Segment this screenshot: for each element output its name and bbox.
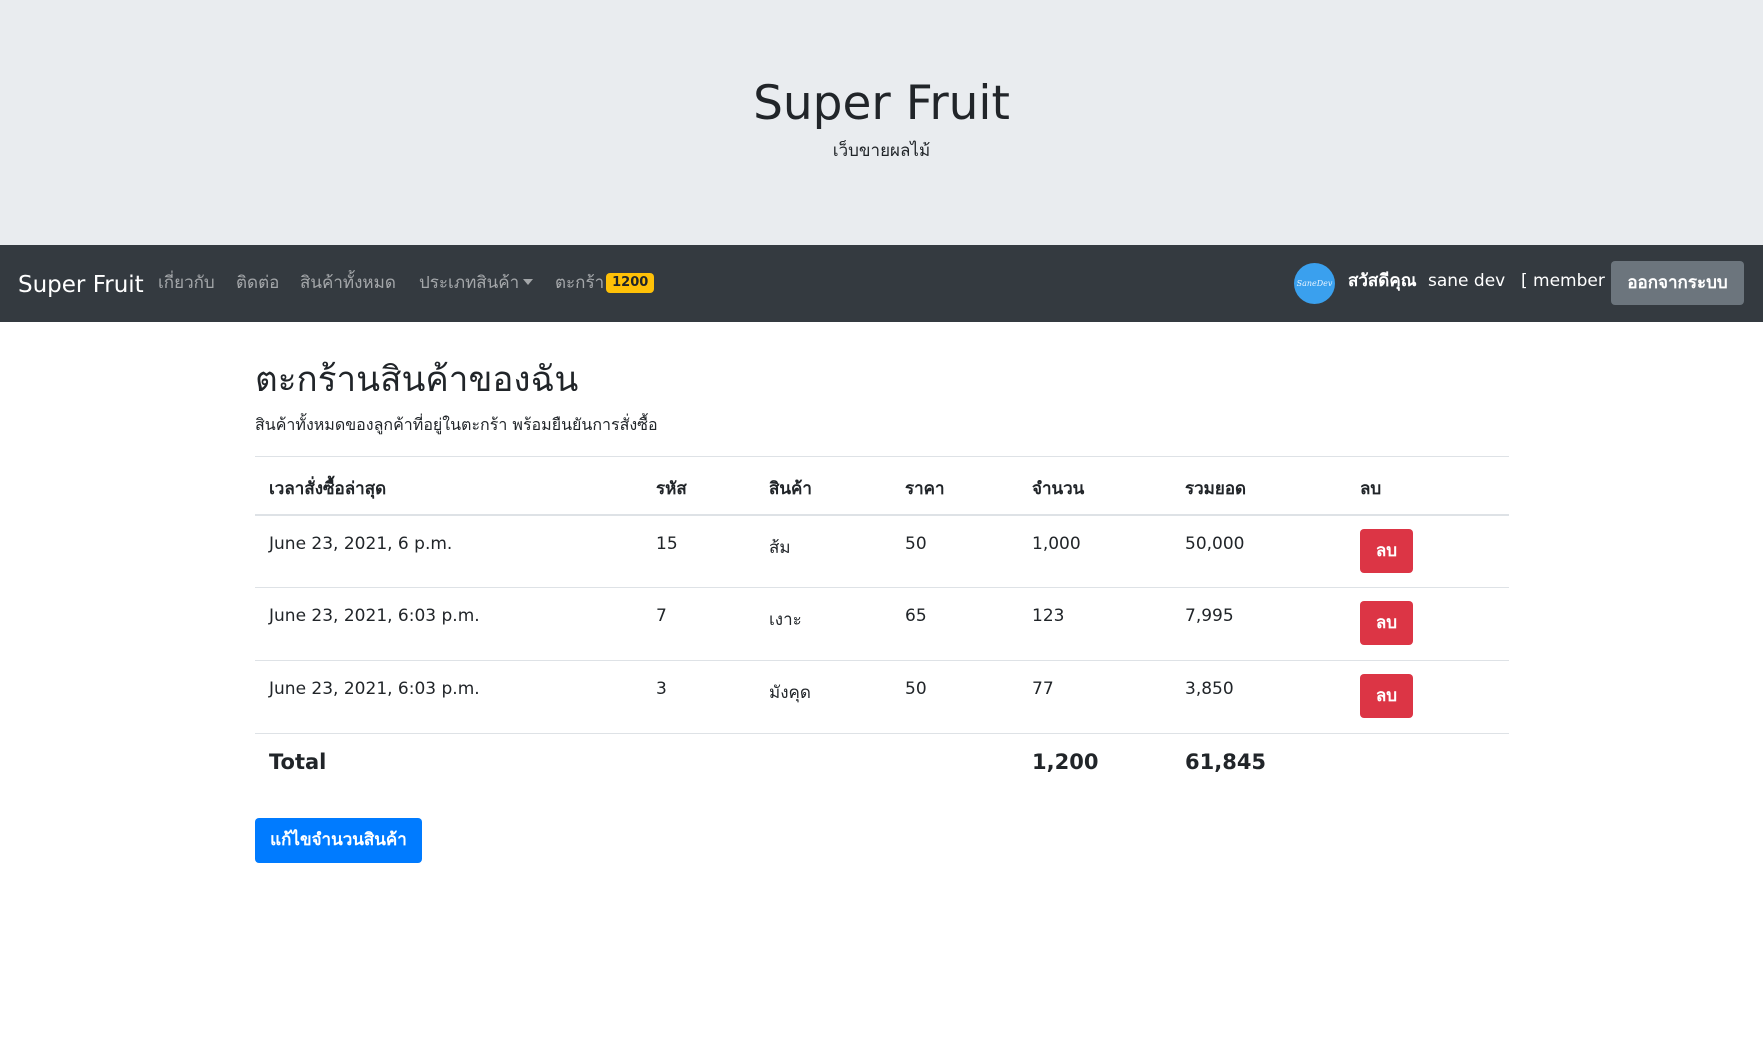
cell-quantity: 1,000 bbox=[1018, 514, 1171, 588]
cell-delete: ลบ bbox=[1346, 660, 1509, 734]
col-header-code: รหัส bbox=[642, 456, 755, 516]
cell-quantity: 123 bbox=[1018, 587, 1171, 661]
cell-quantity: 77 bbox=[1018, 660, 1171, 734]
logout-button[interactable]: ออกจากระบบ bbox=[1611, 261, 1744, 305]
jumbotron: Super Fruit เว็บขายผลไม้ bbox=[0, 0, 1763, 245]
table-total-row: Total 1,200 61,845 bbox=[255, 733, 1509, 794]
cell-product: เงาะ bbox=[755, 587, 891, 661]
delete-button[interactable]: ลบ bbox=[1360, 674, 1413, 718]
table-header-row: เวลาสั่งซื้อล่าสุด รหัส สินค้า ราคา จำนว… bbox=[255, 456, 1509, 516]
table-row: June 23, 2021, 6:03 p.m. 7 เงาะ 65 123 7… bbox=[255, 587, 1509, 661]
col-header-product: สินค้า bbox=[755, 456, 891, 516]
table-row: June 23, 2021, 6 p.m. 15 ส้ม 50 1,000 50… bbox=[255, 514, 1509, 588]
cell-total: 7,995 bbox=[1171, 587, 1346, 661]
total-quantity: 1,200 bbox=[1018, 733, 1171, 794]
site-title: Super Fruit bbox=[753, 76, 1010, 131]
cell-code: 7 bbox=[642, 587, 755, 661]
cell-total: 3,850 bbox=[1171, 660, 1346, 734]
col-header-quantity: จำนวน bbox=[1018, 456, 1171, 516]
page-description: สินค้าทั้งหมดของลูกค้าที่อยู่ในตะกร้า พร… bbox=[255, 415, 658, 434]
nav-cart-label: ตะกร้า bbox=[555, 273, 605, 293]
cell-time: June 23, 2021, 6 p.m. bbox=[255, 514, 642, 588]
site-subtitle: เว็บขายผลไม้ bbox=[832, 141, 931, 161]
col-header-price: ราคา bbox=[891, 456, 1018, 516]
total-label: Total bbox=[255, 733, 642, 794]
navbar-brand[interactable]: Super Fruit bbox=[18, 271, 144, 299]
page-title: ตะกร้านสินค้าของฉัน bbox=[255, 360, 579, 400]
cell-code: 15 bbox=[642, 514, 755, 588]
col-header-total: รวมยอด bbox=[1171, 456, 1346, 516]
col-header-delete: ลบ bbox=[1346, 456, 1509, 516]
total-amount: 61,845 bbox=[1171, 733, 1346, 794]
avatar: SaneDev bbox=[1294, 263, 1335, 304]
cart-count-badge: 1200 bbox=[606, 273, 655, 293]
nav-link-cart[interactable]: ตะกร้า 1200 bbox=[555, 272, 655, 294]
cell-total: 50,000 bbox=[1171, 514, 1346, 588]
user-role-label: [ member ] bbox=[1521, 271, 1617, 291]
avatar-text: SaneDev bbox=[1296, 279, 1333, 288]
cell-code: 3 bbox=[642, 660, 755, 734]
delete-button[interactable]: ลบ bbox=[1360, 528, 1413, 573]
table-row: June 23, 2021, 6:03 p.m. 3 มังคุด 50 77 … bbox=[255, 660, 1509, 734]
username-label: sane dev bbox=[1428, 271, 1506, 291]
cell-time: June 23, 2021, 6:03 p.m. bbox=[255, 587, 642, 661]
cell-price: 50 bbox=[891, 660, 1018, 734]
col-header-time: เวลาสั่งซื้อล่าสุด bbox=[255, 456, 642, 516]
cell-product: มังคุด bbox=[755, 660, 891, 734]
delete-button[interactable]: ลบ bbox=[1360, 601, 1413, 645]
cell-delete: ลบ bbox=[1346, 587, 1509, 661]
nav-dropdown-categories[interactable]: ประเภทสินค้า bbox=[419, 272, 534, 294]
nav-dropdown-label: ประเภทสินค้า bbox=[419, 273, 520, 293]
chevron-down-icon bbox=[523, 278, 534, 285]
cell-time: June 23, 2021, 6:03 p.m. bbox=[255, 660, 642, 734]
cell-delete: ลบ bbox=[1346, 514, 1509, 588]
nav-link-contact[interactable]: ติดต่อ bbox=[236, 272, 279, 294]
cell-price: 50 bbox=[891, 514, 1018, 588]
cell-price: 65 bbox=[891, 587, 1018, 661]
edit-quantity-button[interactable]: แก้ไขจำนวนสินค้า bbox=[255, 818, 422, 863]
cell-product: ส้ม bbox=[755, 514, 891, 588]
nav-link-all-products[interactable]: สินค้าทั้งหมด bbox=[300, 272, 396, 294]
cart-table: เวลาสั่งซื้อล่าสุด รหัส สินค้า ราคา จำนว… bbox=[255, 456, 1509, 794]
nav-link-about[interactable]: เกี่ยวกับ bbox=[158, 272, 215, 294]
greeting-label: สวัสดีคุณ bbox=[1348, 271, 1417, 291]
